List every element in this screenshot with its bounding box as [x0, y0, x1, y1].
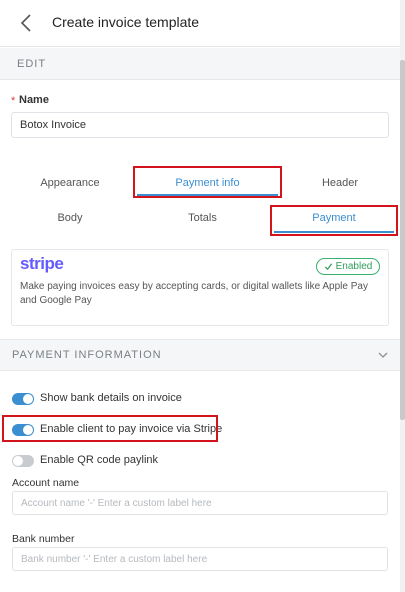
back-chevron-icon[interactable]	[16, 12, 38, 34]
stripe-logo: stripe	[20, 254, 64, 273]
name-label: Name	[19, 94, 49, 106]
toggle-qr-paylink-label: Enable QR code paylink	[40, 454, 159, 466]
toggle-show-bank-details-label: Show bank details on invoice	[40, 392, 182, 404]
page-title: Create invoice template	[52, 14, 200, 30]
tab-appearance[interactable]: Appearance	[20, 177, 120, 189]
tab-totals[interactable]: Totals	[150, 212, 255, 224]
highlight-box-payment-info	[133, 166, 282, 198]
tab-header[interactable]: Header	[290, 177, 390, 189]
account-name-input[interactable]	[12, 491, 388, 515]
scrollbar-thumb[interactable]	[400, 60, 405, 420]
toggle-qr-paylink[interactable]	[12, 455, 34, 467]
header-divider	[0, 46, 400, 47]
enabled-badge: Enabled	[316, 258, 380, 275]
highlight-box-payment	[270, 205, 398, 236]
bank-number-input[interactable]	[12, 547, 388, 571]
required-mark: *	[11, 95, 16, 107]
bank-number-label: Bank number	[12, 533, 75, 545]
enabled-badge-label: Enabled	[335, 261, 373, 272]
name-input[interactable]	[11, 112, 389, 138]
check-icon	[324, 263, 332, 271]
toggle-show-bank-details[interactable]	[12, 393, 34, 405]
tab-body[interactable]: Body	[20, 212, 120, 224]
account-name-label: Account name	[12, 477, 80, 489]
edit-section-band	[0, 48, 400, 80]
highlight-box-enable-stripe	[2, 415, 218, 442]
edit-section-label: EDIT	[17, 58, 47, 70]
payment-information-label: PAYMENT INFORMATION	[12, 349, 162, 361]
stripe-description: Make paying invoices easy by accepting c…	[20, 281, 368, 306]
chevron-down-icon[interactable]	[377, 349, 389, 361]
